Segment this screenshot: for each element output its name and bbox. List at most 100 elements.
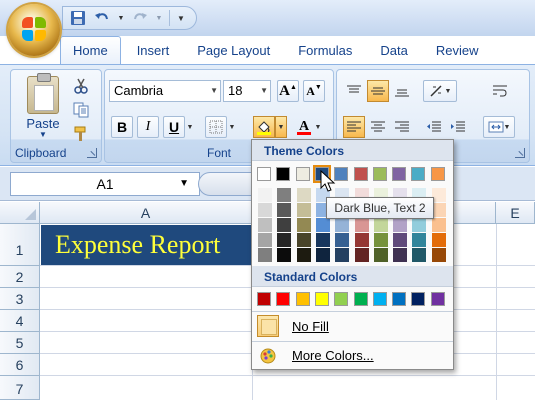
tab-page-layout[interactable]: Page Layout <box>185 38 282 64</box>
standard-color-swatch[interactable] <box>314 292 329 306</box>
theme-shade-swatch[interactable] <box>412 218 427 232</box>
row-header-5[interactable]: 5 <box>0 332 40 354</box>
theme-shade-swatch[interactable] <box>277 233 292 247</box>
font-name-dropdown-icon[interactable]: ▼ <box>210 81 218 101</box>
theme-shade-swatch[interactable] <box>412 248 427 262</box>
theme-shade-swatch[interactable] <box>258 188 272 202</box>
customize-qat-icon[interactable]: ▼ <box>176 9 186 27</box>
theme-color-swatch[interactable] <box>276 167 291 181</box>
undo-icon[interactable] <box>93 9 111 27</box>
save-icon[interactable] <box>69 9 87 27</box>
theme-color-swatch[interactable] <box>295 167 310 181</box>
standard-color-swatch[interactable] <box>392 292 407 306</box>
theme-shade-swatch[interactable] <box>277 203 292 217</box>
row-header-4[interactable]: 4 <box>0 310 40 332</box>
select-all-button[interactable] <box>0 202 40 224</box>
theme-shade-swatch[interactable] <box>335 218 350 232</box>
theme-shade-swatch[interactable] <box>373 218 388 232</box>
alignment-dialog-launcher[interactable] <box>515 148 525 158</box>
theme-shade-swatch[interactable] <box>412 233 427 247</box>
format-painter-icon[interactable] <box>71 124 91 144</box>
align-middle-button[interactable] <box>367 80 389 102</box>
tab-review[interactable]: Review <box>424 38 491 64</box>
row-header-1[interactable]: 1 <box>0 224 40 266</box>
theme-shade-swatch[interactable] <box>393 248 408 262</box>
theme-shade-swatch[interactable] <box>258 203 272 217</box>
clipboard-dialog-launcher[interactable] <box>87 148 97 158</box>
font-size-dropdown-icon[interactable]: ▼ <box>260 81 268 101</box>
theme-color-swatch[interactable] <box>392 167 407 181</box>
theme-color-swatch[interactable] <box>257 167 271 181</box>
shrink-font-button[interactable]: A ▼ <box>303 80 325 102</box>
office-button[interactable] <box>8 4 60 56</box>
align-right-button[interactable] <box>391 116 413 138</box>
copy-icon[interactable] <box>71 100 91 120</box>
theme-shade-swatch[interactable] <box>373 248 388 262</box>
theme-shade-swatch[interactable] <box>315 248 330 262</box>
italic-button[interactable]: I <box>137 116 159 138</box>
fill-color-button[interactable] <box>253 116 275 138</box>
name-box-dropdown-icon[interactable]: ▼ <box>179 173 189 195</box>
tab-home[interactable]: Home <box>60 36 121 64</box>
tab-data[interactable]: Data <box>368 38 419 64</box>
tab-formulas[interactable]: Formulas <box>286 38 364 64</box>
theme-shade-swatch[interactable] <box>354 218 369 232</box>
undo-dropdown-icon[interactable]: ▼ <box>117 9 125 27</box>
paste-button[interactable]: Paste ▼ <box>19 73 67 139</box>
theme-shade-swatch[interactable] <box>258 218 272 232</box>
theme-shade-swatch[interactable] <box>296 203 311 217</box>
theme-shade-swatch[interactable] <box>315 218 330 232</box>
fill-color-dropdown-icon[interactable]: ▼ <box>275 116 287 138</box>
standard-color-swatch[interactable] <box>334 292 349 306</box>
tab-insert[interactable]: Insert <box>125 38 182 64</box>
align-left-button[interactable] <box>343 116 365 138</box>
standard-color-swatch[interactable] <box>295 292 310 306</box>
increase-indent-button[interactable] <box>447 116 469 138</box>
redo-icon[interactable] <box>131 9 149 27</box>
theme-shade-swatch[interactable] <box>393 233 408 247</box>
wrap-text-button[interactable] <box>489 80 511 102</box>
orientation-button[interactable]: ▼ <box>423 80 457 102</box>
standard-color-swatch[interactable] <box>276 292 291 306</box>
paste-dropdown-icon[interactable]: ▼ <box>19 131 67 139</box>
underline-button[interactable]: U <box>163 116 185 138</box>
theme-shade-swatch[interactable] <box>393 218 408 232</box>
theme-shade-swatch[interactable] <box>431 233 446 247</box>
theme-shade-swatch[interactable] <box>296 218 311 232</box>
align-top-button[interactable] <box>343 80 365 102</box>
font-color-dropdown-icon[interactable]: ▼ <box>313 116 323 138</box>
theme-shade-swatch[interactable] <box>335 233 350 247</box>
bold-button[interactable]: B <box>111 116 133 138</box>
theme-shade-swatch[interactable] <box>354 248 369 262</box>
row-header-7[interactable]: 7 <box>0 376 40 400</box>
grow-font-button[interactable]: A ▲ <box>277 80 299 102</box>
theme-color-swatch[interactable] <box>372 167 387 181</box>
redo-dropdown-icon[interactable]: ▼ <box>155 9 163 27</box>
merge-center-button[interactable]: ▼ <box>483 116 515 138</box>
row-header-3[interactable]: 3 <box>0 288 40 310</box>
theme-shade-swatch[interactable] <box>277 188 292 202</box>
theme-shade-swatch[interactable] <box>335 248 350 262</box>
font-size-combo[interactable]: 18 ▼ <box>223 80 271 102</box>
name-box[interactable]: A1 ▼ <box>10 172 200 196</box>
theme-shade-swatch[interactable] <box>296 233 311 247</box>
theme-shade-swatch[interactable] <box>277 248 292 262</box>
standard-color-swatch[interactable] <box>430 292 445 306</box>
more-colors-option[interactable]: More Colors... <box>252 342 453 370</box>
font-color-button[interactable]: A <box>293 116 315 138</box>
theme-shade-swatch[interactable] <box>431 218 446 232</box>
borders-dropdown-icon[interactable]: ▼ <box>227 116 237 138</box>
standard-color-swatch[interactable] <box>411 292 426 306</box>
cell-a1-title[interactable]: Expense Report <box>41 225 271 265</box>
theme-shade-swatch[interactable] <box>258 233 272 247</box>
theme-shade-swatch[interactable] <box>277 218 292 232</box>
theme-shade-swatch[interactable] <box>373 233 388 247</box>
no-fill-option[interactable]: No Fill <box>252 313 453 341</box>
theme-shade-swatch[interactable] <box>431 248 446 262</box>
standard-color-swatch[interactable] <box>372 292 387 306</box>
underline-dropdown-icon[interactable]: ▼ <box>185 116 195 138</box>
decrease-indent-button[interactable] <box>423 116 445 138</box>
align-center-button[interactable] <box>367 116 389 138</box>
standard-color-swatch[interactable] <box>257 292 271 306</box>
borders-button[interactable] <box>205 116 227 138</box>
